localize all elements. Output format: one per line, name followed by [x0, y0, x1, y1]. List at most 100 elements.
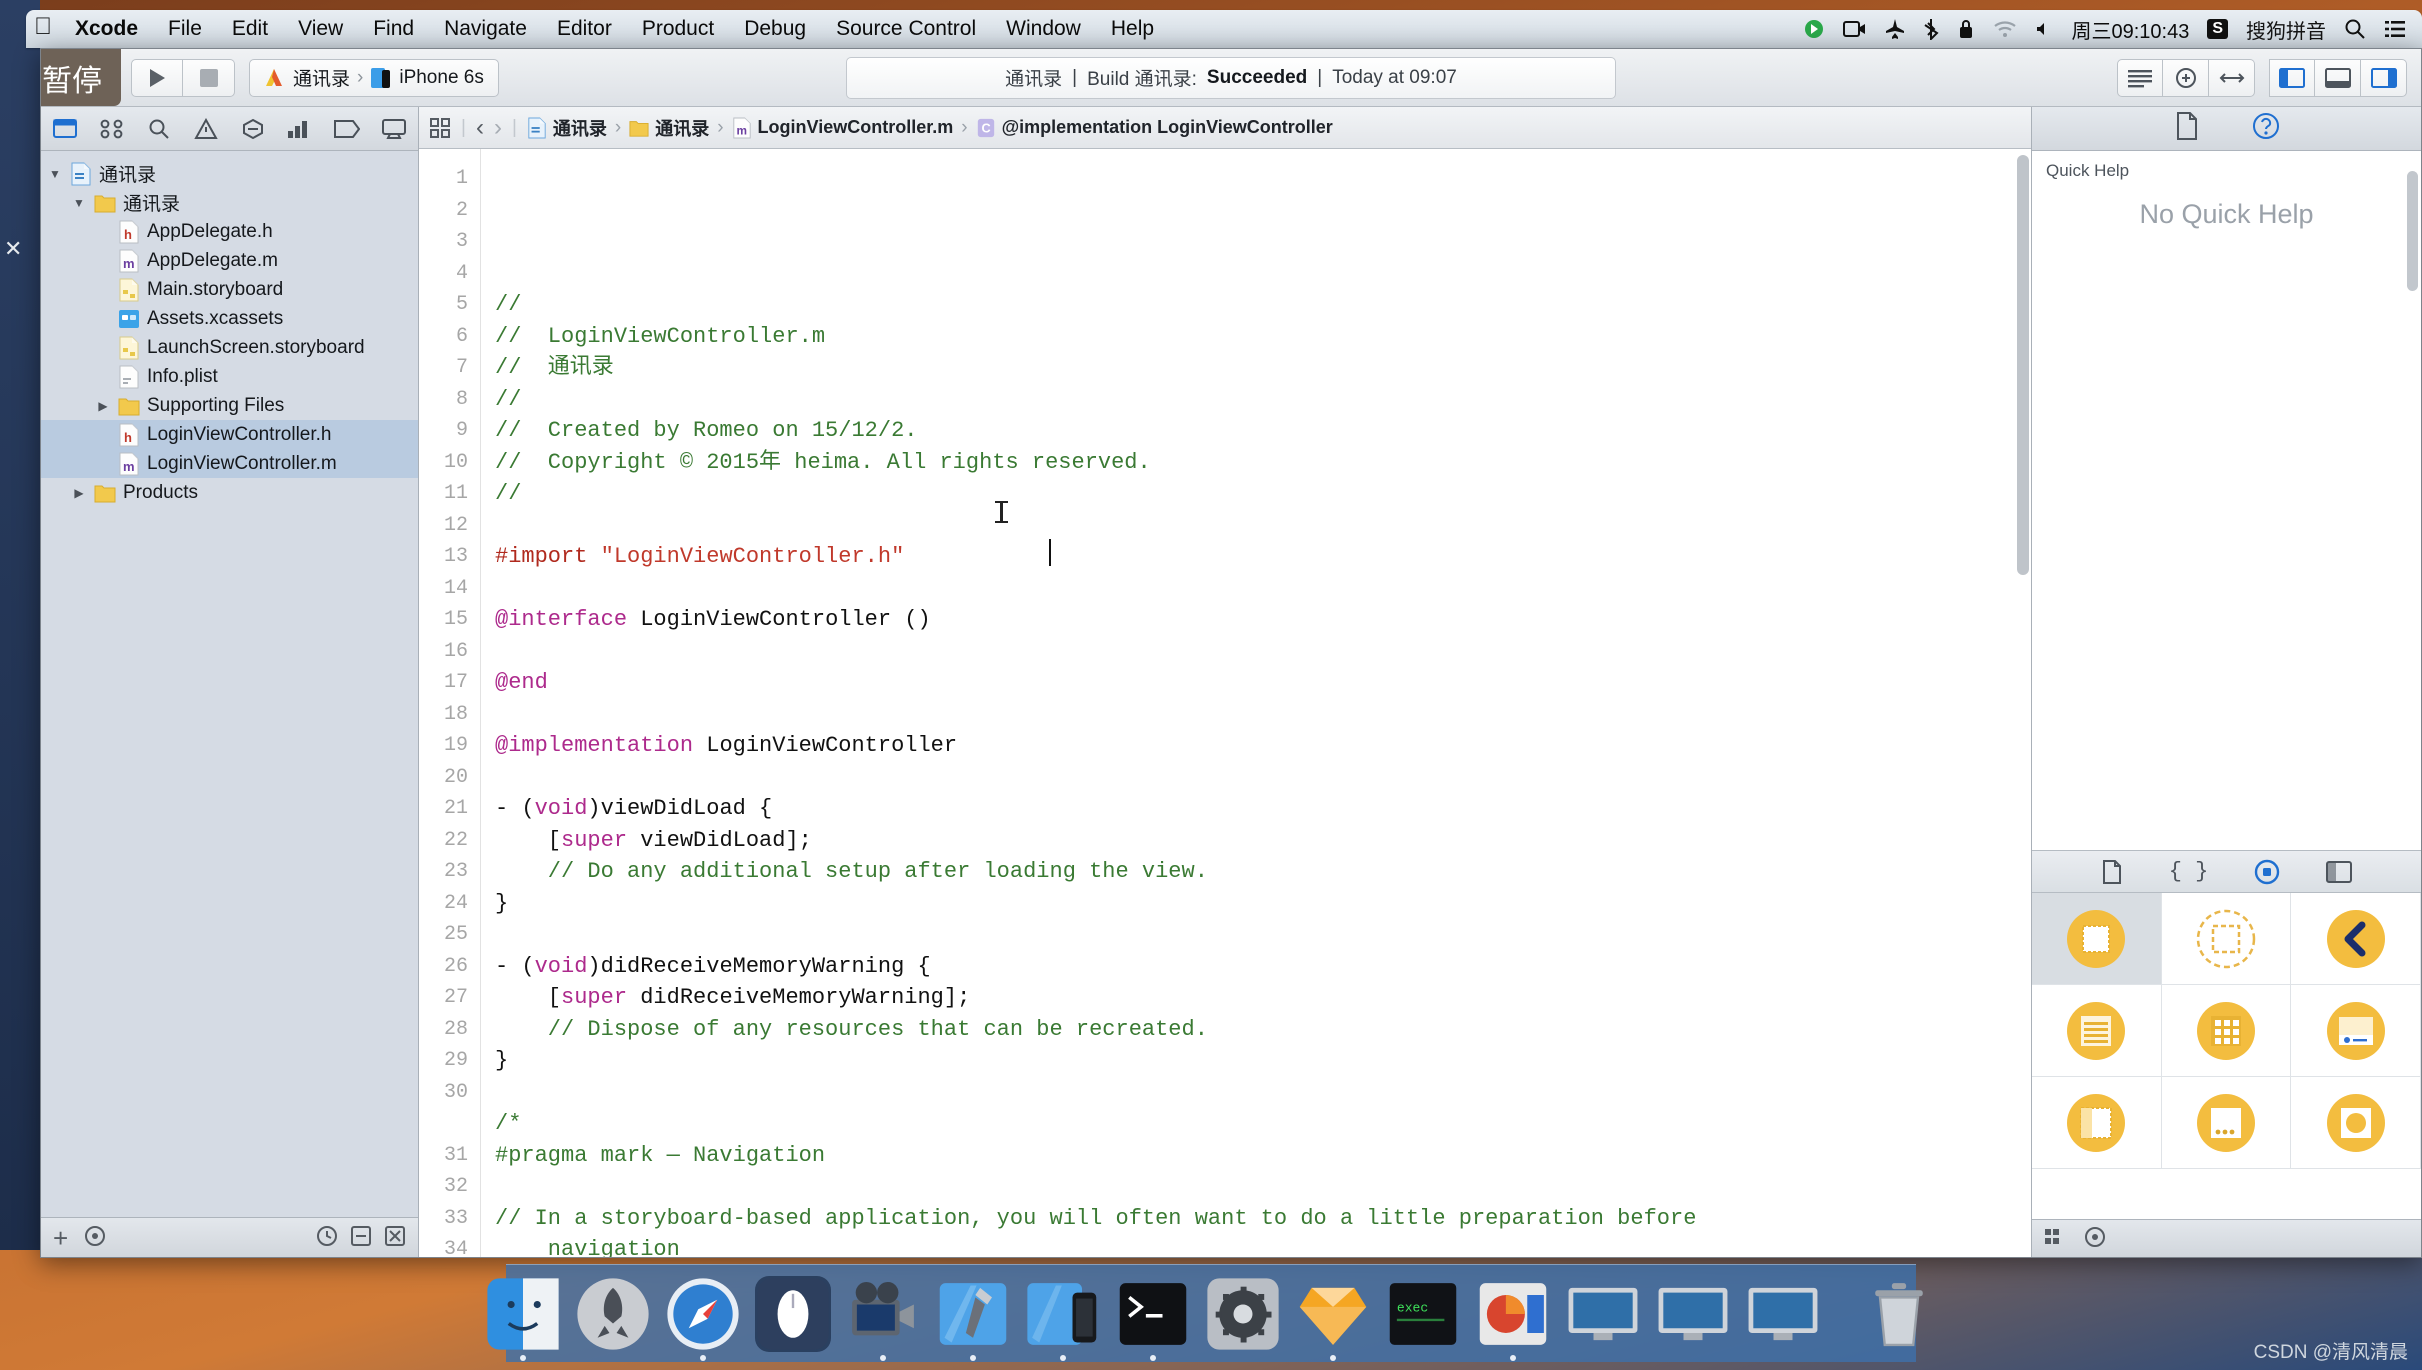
- utilities-vertical-scrollbar[interactable]: [2407, 171, 2418, 291]
- scheme-selector[interactable]: 通讯录 › iPhone 6s: [249, 58, 499, 97]
- previous-icon[interactable]: ‹: [476, 114, 484, 142]
- apple-logo-icon[interactable]: : [26, 15, 60, 43]
- tree-item[interactable]: ▼mLoginViewController.m: [41, 449, 418, 478]
- library-item-image-view-object[interactable]: [2291, 1077, 2421, 1169]
- library-item-navigation-back-object[interactable]: [2291, 893, 2421, 985]
- code-line[interactable]: //: [495, 289, 2031, 321]
- object-library-tab[interactable]: [2254, 859, 2280, 885]
- library-item-collection-view-object[interactable]: [2161, 985, 2292, 1077]
- code-line[interactable]: [super didReceiveMemoryWarning];: [495, 982, 2031, 1014]
- code-line[interactable]: // Copyright © 2015年 heima. All rights r…: [495, 447, 2031, 479]
- menu-item-xcode[interactable]: Xcode: [60, 10, 153, 48]
- view-navigator-icon[interactable]: [2269, 58, 2315, 97]
- code-line[interactable]: #pragma mark — Navigation: [495, 1140, 2031, 1172]
- quick-help-inspector-tab[interactable]: [2252, 112, 2280, 145]
- dock-item-xcode-simulator[interactable]: [1025, 1276, 1101, 1361]
- screen-recorder-icon[interactable]: [1843, 19, 1867, 39]
- code-line[interactable]: [495, 699, 2031, 731]
- code-line[interactable]: [495, 510, 2031, 542]
- code-line[interactable]: //: [495, 478, 2031, 510]
- editor-assistant-icon[interactable]: [2163, 58, 2209, 97]
- find-navigator-tab[interactable]: [145, 116, 172, 142]
- dock-item-screen-one[interactable]: [1565, 1276, 1641, 1352]
- file-inspector-tab[interactable]: [2174, 112, 2200, 145]
- menu-clock[interactable]: 周三09:10:43: [2071, 15, 2189, 44]
- dock-item-terminal[interactable]: [1115, 1276, 1191, 1361]
- tree-item[interactable]: ▼hAppDelegate.h: [41, 217, 418, 246]
- media-library-tab[interactable]: [2326, 860, 2353, 883]
- input-method-badge[interactable]: S: [2207, 19, 2228, 39]
- symbol-navigator-tab[interactable]: [98, 116, 125, 142]
- dock-item-trash[interactable]: [1861, 1276, 1937, 1352]
- next-icon[interactable]: ›: [494, 114, 502, 142]
- code-line[interactable]: // 通讯录: [495, 352, 2031, 384]
- unsaved-icon[interactable]: [384, 1225, 406, 1253]
- dock-item-sketch[interactable]: [1295, 1276, 1371, 1361]
- tree-item[interactable]: ▼LaunchScreen.storyboard: [41, 333, 418, 362]
- breadcrumb-item[interactable]: 通讯录: [629, 115, 709, 141]
- disclosure-closed-icon[interactable]: ▶: [71, 486, 87, 500]
- notification-center-icon[interactable]: [2384, 19, 2406, 39]
- filter-icon[interactable]: [84, 1225, 106, 1253]
- related-items-icon[interactable]: [429, 117, 451, 139]
- breadcrumb-item[interactable]: m LoginViewController.m: [732, 117, 953, 139]
- run-button[interactable]: [131, 58, 183, 97]
- tree-item[interactable]: ▼Info.plist: [41, 362, 418, 391]
- view-utilities-icon[interactable]: [2361, 58, 2407, 97]
- tree-item[interactable]: ▼Assets.xcassets: [41, 304, 418, 333]
- code-line[interactable]: // Dispose of any resources that can be …: [495, 1014, 2031, 1046]
- code-line[interactable]: @interface LoginViewController (): [495, 604, 2031, 636]
- code-line[interactable]: }: [495, 1045, 2031, 1077]
- tree-item[interactable]: ▼ 通讯录: [41, 159, 418, 188]
- breadcrumb-item[interactable]: 通讯录: [527, 115, 607, 141]
- stop-button[interactable]: [183, 58, 235, 97]
- library-item-search-bar-object[interactable]: [2291, 985, 2421, 1077]
- input-method-label[interactable]: 搜狗拼音: [2246, 15, 2326, 44]
- disclosure-open-icon[interactable]: ▼: [47, 167, 63, 181]
- editor-version-icon[interactable]: [2209, 58, 2255, 97]
- dock-item-system-preferences[interactable]: [1205, 1276, 1281, 1352]
- code-line[interactable]: @implementation LoginViewController: [495, 730, 2031, 762]
- code-content[interactable]: // // LoginViewController.m // 通讯录 // // Cre…: [481, 149, 2031, 1257]
- code-line[interactable]: [495, 1171, 2031, 1203]
- menu-item-edit[interactable]: Edit: [217, 10, 283, 48]
- tree-item[interactable]: ▼Main.storyboard: [41, 275, 418, 304]
- tree-item[interactable]: ▶ Supporting Files: [41, 391, 418, 420]
- dock-item-screen-two[interactable]: [1655, 1276, 1731, 1352]
- filter-icon[interactable]: [2084, 1226, 2106, 1253]
- code-line[interactable]: @end: [495, 667, 2031, 699]
- file-template-library-tab[interactable]: [2101, 859, 2123, 884]
- library-item-split-view-object[interactable]: [2032, 1077, 2162, 1169]
- menu-item-editor[interactable]: Editor: [542, 10, 627, 48]
- view-debug-icon[interactable]: [2315, 58, 2361, 97]
- dock-item-safari[interactable]: [665, 1276, 741, 1361]
- code-line[interactable]: - (void)viewDidLoad {: [495, 793, 2031, 825]
- code-line[interactable]: }: [495, 888, 2031, 920]
- code-line[interactable]: // Created by Romeo on 15/12/2.: [495, 415, 2031, 447]
- library-item-table-view-object[interactable]: [2032, 985, 2162, 1077]
- dock-item-executable-app[interactable]: exec: [1385, 1276, 1461, 1352]
- code-line[interactable]: // LoginViewController.m: [495, 321, 2031, 353]
- code-line[interactable]: // In a storyboard-based application, yo…: [495, 1203, 2031, 1235]
- dock-item-launchpad[interactable]: [575, 1276, 651, 1352]
- add-file-button[interactable]: +: [53, 1223, 68, 1254]
- test-navigator-tab[interactable]: [240, 116, 267, 142]
- code-line[interactable]: [495, 573, 2031, 605]
- breadcrumb[interactable]: 通讯录 › 通讯录 › m LoginViewController.m › C @impleme…: [527, 115, 1333, 141]
- code-line[interactable]: [495, 919, 2031, 951]
- disclosure-open-icon[interactable]: ▼: [71, 196, 87, 210]
- code-line[interactable]: [super viewDidLoad];: [495, 825, 2031, 857]
- tree-item[interactable]: ▼hLoginViewController.h: [41, 420, 418, 449]
- tree-item[interactable]: ▶ Products: [41, 478, 418, 507]
- lock-icon[interactable]: [1957, 18, 1975, 40]
- code-line[interactable]: [495, 762, 2031, 794]
- recent-icon[interactable]: [316, 1225, 338, 1253]
- object-library-grid[interactable]: [2032, 893, 2421, 1219]
- menu-item-window[interactable]: Window: [991, 10, 1096, 48]
- editor-vertical-scrollbar[interactable]: [2017, 155, 2029, 575]
- project-navigator-tab[interactable]: [51, 116, 78, 142]
- code-line[interactable]: // Do any additional setup after loading…: [495, 856, 2031, 888]
- code-line[interactable]: /*: [495, 1108, 2031, 1140]
- report-navigator-tab[interactable]: [381, 116, 408, 142]
- dock-item-powerpoint[interactable]: [1475, 1276, 1551, 1361]
